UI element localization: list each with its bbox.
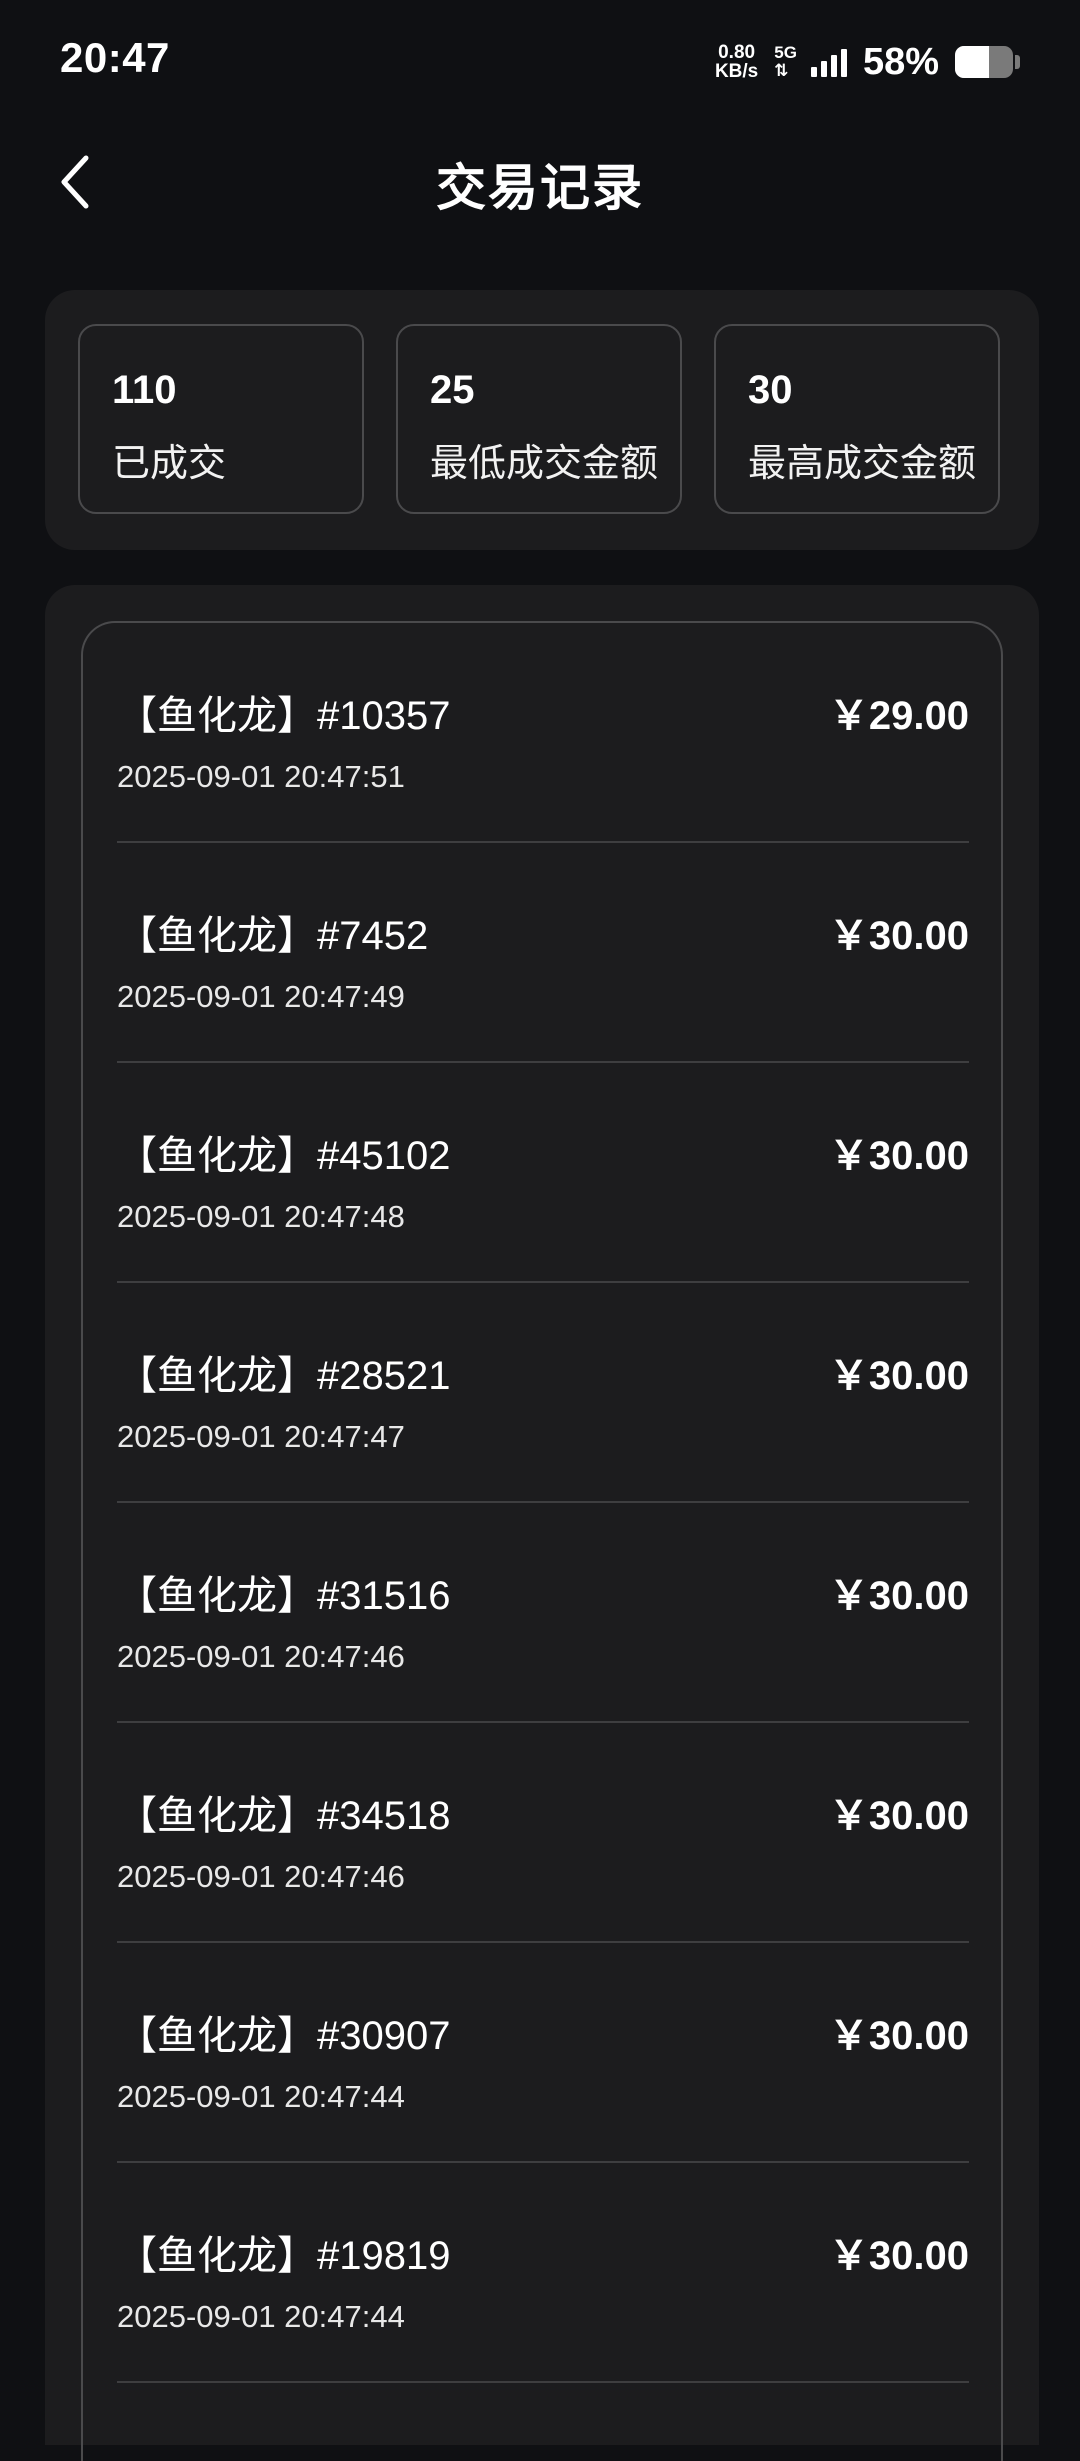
- record-time: 2025-09-01 20:47:51: [117, 759, 405, 794]
- record-title: 【鱼化龙】#45102: [117, 1134, 451, 1178]
- network-speed: 0.80 KB/s: [715, 43, 758, 81]
- record-title: 【鱼化龙】#28521: [117, 1354, 451, 1398]
- record-time: 2025-09-01 20:47:46: [117, 1639, 405, 1674]
- record-price: ￥30.00: [828, 1134, 969, 1178]
- stat-value: 25: [430, 368, 475, 412]
- record-row[interactable]: 【鱼化龙】#30907 ￥30.00 2025-09-01 20:47:44: [117, 1943, 969, 2163]
- record-row[interactable]: 【鱼化龙】#7452 ￥30.00 2025-09-01 20:47:49: [117, 843, 969, 1063]
- record-price: ￥29.00: [828, 694, 969, 738]
- network-type-label: 5G: [774, 43, 797, 62]
- status-indicators: 0.80 KB/s 5G ⇅ 58%: [715, 38, 1020, 86]
- stat-card-max-amount: 30 最高成交金额: [714, 324, 1000, 514]
- battery-fill: [955, 46, 989, 78]
- record-price: ￥30.00: [828, 1354, 969, 1398]
- stats-panel: 110 已成交 25 最低成交金额 30 最高成交金额: [45, 290, 1039, 550]
- record-price: ￥30.00: [828, 1574, 969, 1618]
- record-row[interactable]: 【鱼化龙】#31516 ￥30.00 2025-09-01 20:47:46: [117, 1503, 969, 1723]
- record-price: ￥30.00: [828, 2014, 969, 2058]
- stat-value: 110: [112, 368, 177, 412]
- record-title: 【鱼化龙】#31516: [117, 1574, 451, 1618]
- record-title: 【鱼化龙】#19819: [117, 2234, 451, 2278]
- record-time: 2025-09-01 20:47:44: [117, 2079, 405, 2114]
- network-speed-value: 0.80: [718, 42, 756, 63]
- stat-label: 已成交: [112, 443, 227, 485]
- stat-label: 最高成交金额: [748, 443, 977, 485]
- record-price: ￥30.00: [828, 914, 969, 958]
- app-header: 交易记录: [0, 122, 1080, 242]
- record-price: ￥30.00: [828, 2234, 969, 2278]
- battery-percent: 58%: [862, 40, 939, 83]
- record-time: 2025-09-01 20:47:47: [117, 1419, 405, 1454]
- record-title: 【鱼化龙】#30907: [117, 2014, 451, 2058]
- record-title: 【鱼化龙】#34518: [117, 1794, 451, 1838]
- record-title: 【鱼化龙】#7452: [117, 914, 429, 958]
- record-row[interactable]: 【鱼化龙】#45102 ￥30.00 2025-09-01 20:47:48: [117, 1063, 969, 1283]
- status-bar: 20:47 0.80 KB/s 5G ⇅ 58%: [0, 0, 1080, 122]
- page-title: 交易记录: [436, 160, 644, 216]
- record-row[interactable]: 【鱼化龙】#28521 ￥30.00 2025-09-01 20:47:47: [117, 1283, 969, 1503]
- stat-card-min-amount: 25 最低成交金额: [396, 324, 682, 514]
- records-card: 【鱼化龙】#10357 ￥29.00 2025-09-01 20:47:51 【…: [81, 621, 1003, 2461]
- battery-tip: [1015, 55, 1020, 69]
- record-title: 【鱼化龙】#10357: [117, 694, 451, 738]
- status-time: 20:47: [60, 34, 170, 81]
- stat-label: 最低成交金额: [430, 443, 659, 485]
- record-list: 【鱼化龙】#10357 ￥29.00 2025-09-01 20:47:51 【…: [117, 623, 969, 2383]
- record-time: 2025-09-01 20:47:49: [117, 979, 405, 1014]
- record-price: ￥30.00: [828, 1794, 969, 1838]
- record-time: 2025-09-01 20:47:48: [117, 1199, 405, 1234]
- record-row[interactable]: 【鱼化龙】#10357 ￥29.00 2025-09-01 20:47:51: [117, 623, 969, 843]
- record-row[interactable]: 【鱼化龙】#19819 ￥30.00 2025-09-01 20:47:44: [117, 2163, 969, 2383]
- stat-card-deals: 110 已成交: [78, 324, 364, 514]
- record-time: 2025-09-01 20:47:44: [117, 2299, 405, 2334]
- stat-value: 30: [748, 368, 793, 412]
- signal-icon: [810, 47, 847, 77]
- network-type: 5G ⇅: [774, 44, 797, 80]
- network-speed-unit: KB/s: [714, 61, 759, 82]
- record-time: 2025-09-01 20:47:46: [117, 1859, 405, 1894]
- network-activity-icon: ⇅: [774, 61, 789, 80]
- record-row[interactable]: 【鱼化龙】#34518 ￥30.00 2025-09-01 20:47:46: [117, 1723, 969, 1943]
- records-panel: 【鱼化龙】#10357 ￥29.00 2025-09-01 20:47:51 【…: [45, 585, 1039, 2461]
- battery-icon: [955, 46, 1013, 78]
